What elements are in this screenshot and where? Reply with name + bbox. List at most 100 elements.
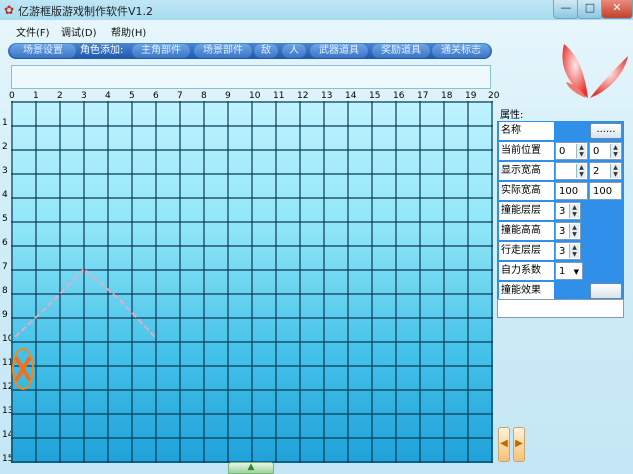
real-height-input[interactable]: 100	[589, 182, 622, 200]
row-tick-label: 7	[2, 262, 8, 272]
properties-title: 属性:	[500, 110, 524, 121]
menu-debug[interactable]: 调试(D)	[61, 24, 97, 39]
map-editor-grid[interactable]	[11, 101, 493, 463]
tool-scene-parts[interactable]: 场景部件	[194, 44, 252, 58]
column-tick-label: 20	[488, 91, 500, 101]
prop-row-gravity: 自力系数 1 ▼	[497, 261, 624, 282]
walk-layer-input[interactable]: 3 ▲ ▼	[555, 242, 581, 260]
toolbar: 场景设置 角色添加: 主角部件 场景部件 敌 人 武器道具 奖励道具 通关标志	[8, 43, 492, 59]
menu-bar: 文件(F) 调试(D) 帮助(H)	[0, 20, 633, 40]
column-tick-label: 14	[345, 91, 357, 101]
prop-row-collision-height: 撞能高高 3 ▲ ▼	[497, 221, 624, 242]
spinner-icon[interactable]: ▲ ▼	[576, 144, 586, 158]
prop-row-real-size: 实际宽高 100 100	[497, 181, 624, 202]
prop-position-label: 当前位置	[499, 142, 554, 160]
column-tick-label: 4	[105, 91, 111, 101]
real-width-input[interactable]: 100	[555, 182, 588, 200]
position-y-value: 0	[593, 146, 600, 157]
properties-panel: 名称 ...... 当前位置 0 ▲ ▼ 0 ▲ ▼ 显示宽高 ▲ ▼ 2 ▲ ▼ 实际宽高 …	[497, 121, 624, 318]
row-tick-label: 8	[2, 286, 8, 296]
role-add-label: 角色添加:	[80, 45, 124, 56]
grid-canvas[interactable]	[11, 101, 493, 463]
position-x-input[interactable]: 0 ▲ ▼	[555, 142, 588, 160]
prop-skill-effect-label: 撞能效果	[499, 282, 554, 300]
column-tick-label: 11	[273, 91, 285, 101]
prop-walk-layer-label: 行走层层	[499, 242, 554, 260]
properties-notes-box[interactable]	[497, 299, 624, 318]
row-tick-label: 4	[2, 190, 8, 200]
column-tick-label: 10	[249, 91, 261, 101]
skill-effect-button[interactable]	[590, 283, 622, 299]
scroll-up-button[interactable]: ▲	[228, 462, 274, 474]
next-page-button[interactable]: ▶	[513, 427, 525, 462]
menu-file[interactable]: 文件(F)	[16, 24, 50, 39]
column-tick-label: 17	[417, 91, 429, 101]
tool-reward-items[interactable]: 奖励道具	[372, 44, 430, 58]
title-bar: ✿ 亿游框版游戏制作软件V1.2 — □ ✕	[0, 0, 633, 20]
position-x-value: 0	[559, 146, 566, 157]
prev-page-button[interactable]: ◀	[498, 427, 510, 462]
orange-x-sprite-icon	[15, 357, 31, 381]
app-window: ✿ 亿游框版游戏制作软件V1.2 — □ ✕ 文件(F) 调试(D) 帮助(H)…	[0, 0, 633, 474]
menu-help[interactable]: 帮助(H)	[111, 24, 146, 39]
display-height-value: 2	[593, 166, 600, 177]
column-tick-label: 7	[177, 91, 183, 101]
display-height-input[interactable]: 2 ▲ ▼	[589, 162, 622, 180]
column-tick-label: 19	[465, 91, 477, 101]
prop-name-label: 名称	[499, 122, 554, 140]
maximize-button[interactable]: □	[577, 0, 603, 19]
spinner-icon[interactable]: ▲ ▼	[576, 164, 586, 178]
prop-collision-layer-label: 撞能层层	[499, 202, 554, 220]
scene-settings-button[interactable]: 场景设置	[10, 44, 76, 58]
prop-row-position: 当前位置 0 ▲ ▼ 0 ▲ ▼	[497, 141, 624, 162]
column-tick-label: 15	[369, 91, 381, 101]
collision-height-value: 3	[559, 226, 566, 237]
spinner-icon[interactable]: ▲ ▼	[610, 164, 620, 178]
walk-layer-value: 3	[559, 246, 566, 257]
prop-display-size-label: 显示宽高	[499, 162, 554, 180]
prop-row-walk-layer: 行走层层 3 ▲ ▼	[497, 241, 624, 262]
display-width-input[interactable]: ▲ ▼	[555, 162, 588, 180]
column-tick-label: 8	[201, 91, 207, 101]
scene-name-strip[interactable]	[11, 65, 491, 89]
prop-row-name: 名称 ......	[497, 121, 624, 142]
gravity-value: 1	[559, 266, 566, 277]
gravity-select[interactable]: 1 ▼	[555, 262, 583, 280]
column-tick-label: 3	[81, 91, 87, 101]
row-tick-label: 9	[2, 310, 8, 320]
name-browse-button[interactable]: ......	[590, 123, 622, 139]
column-tick-label: 0	[9, 91, 15, 101]
spinner-icon[interactable]: ▲ ▼	[610, 144, 620, 158]
chevron-down-icon: ▼	[573, 268, 579, 276]
spinner-icon[interactable]: ▲ ▼	[569, 244, 579, 258]
collision-layer-input[interactable]: 3 ▲ ▼	[555, 202, 581, 220]
tool-person[interactable]: 人	[282, 44, 306, 58]
position-y-input[interactable]: 0 ▲ ▼	[589, 142, 622, 160]
column-tick-label: 13	[321, 91, 333, 101]
prop-gravity-label: 自力系数	[499, 262, 554, 280]
tool-enemy[interactable]: 敌	[254, 44, 278, 58]
row-tick-label: 6	[2, 238, 8, 248]
spinner-icon[interactable]: ▲ ▼	[569, 204, 579, 218]
tool-hero-parts[interactable]: 主角部件	[132, 44, 190, 58]
row-tick-label: 2	[2, 142, 8, 152]
close-button[interactable]: ✕	[601, 0, 633, 19]
row-tick-label: 3	[2, 166, 8, 176]
tool-goal-flag[interactable]: 通关标志	[432, 44, 490, 58]
tool-weapon-items[interactable]: 武器道具	[310, 44, 368, 58]
column-tick-label: 12	[297, 91, 309, 101]
butterfly-logo-icon	[562, 44, 628, 98]
column-tick-label: 9	[225, 91, 231, 101]
row-tick-label: 1	[2, 118, 8, 128]
prop-collision-height-label: 撞能高高	[499, 222, 554, 240]
prop-row-display-size: 显示宽高 ▲ ▼ 2 ▲ ▼	[497, 161, 624, 182]
column-tick-label: 6	[153, 91, 159, 101]
spinner-icon[interactable]: ▲ ▼	[569, 224, 579, 238]
window-title: 亿游框版游戏制作软件V1.2	[18, 5, 154, 18]
prop-real-size-label: 实际宽高	[499, 182, 554, 200]
column-tick-label: 2	[57, 91, 63, 101]
minimize-button[interactable]: —	[553, 0, 579, 19]
collision-height-input[interactable]: 3 ▲ ▼	[555, 222, 581, 240]
column-tick-label: 16	[393, 91, 405, 101]
app-logo-icon: ✿	[4, 3, 15, 17]
